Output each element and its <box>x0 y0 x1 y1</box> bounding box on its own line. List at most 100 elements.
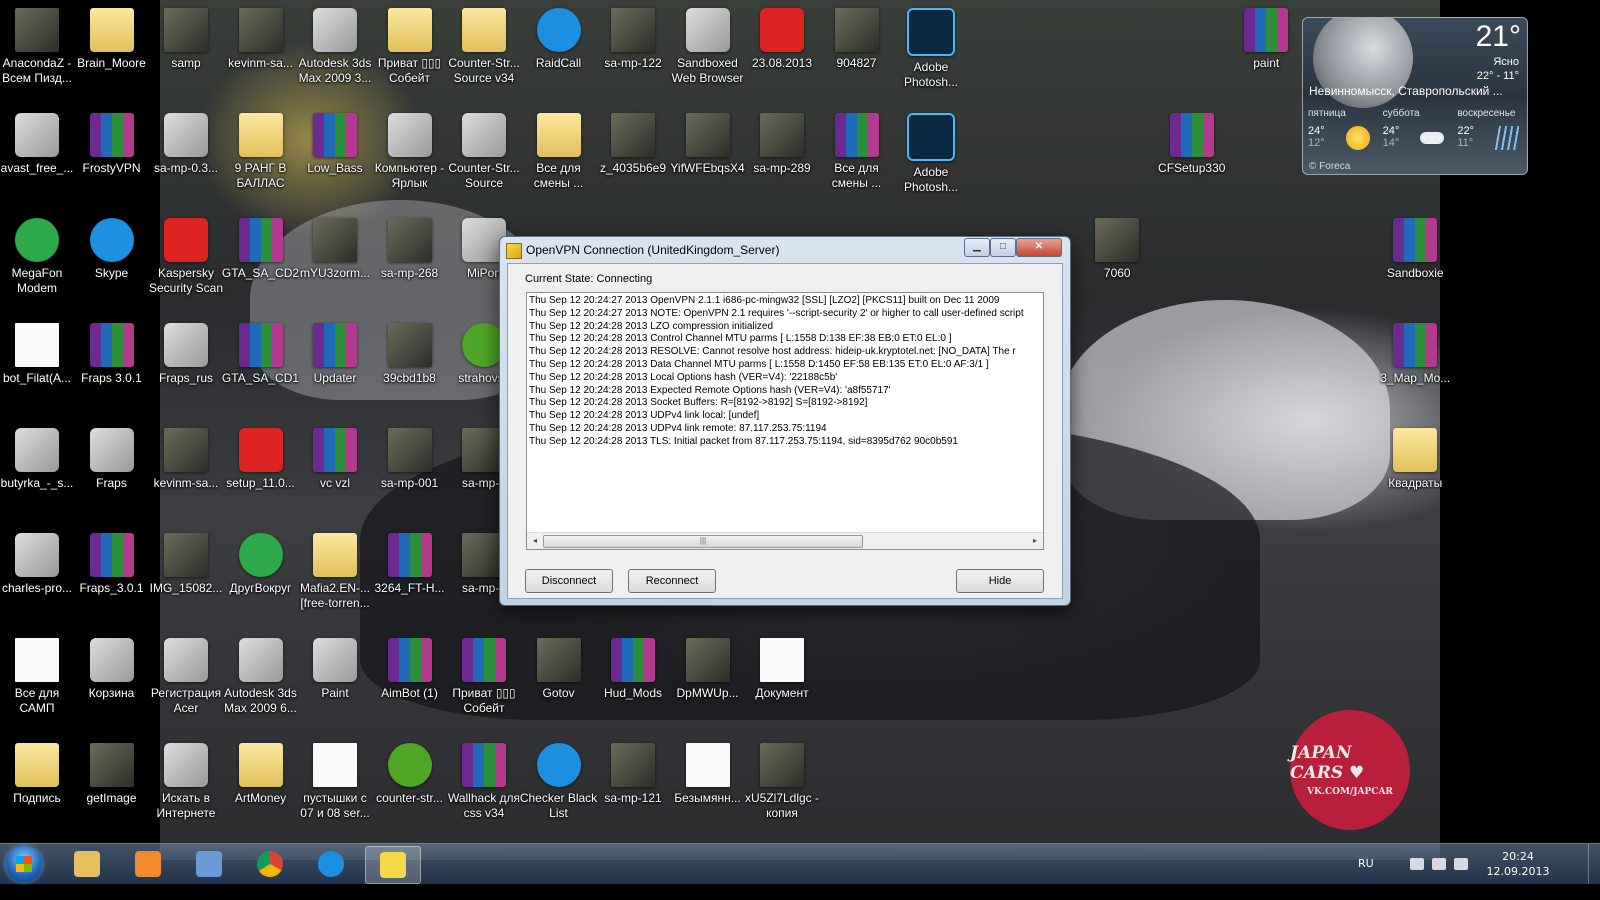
desktop-icon[interactable]: bot_Filat(A... <box>0 317 76 421</box>
desktop-icon[interactable]: 3264_FT-H... <box>371 527 449 631</box>
desktop-icon[interactable]: Brain_Moore <box>73 2 151 106</box>
desktop-icon[interactable]: Fraps_rus <box>147 317 225 421</box>
desktop-icon[interactable]: ArtMoney <box>222 737 300 841</box>
desktop-icon[interactable]: 7060 <box>1078 212 1156 316</box>
desktop-icon[interactable]: sa-mp-0.3... <box>147 107 225 211</box>
taskbar-app-button[interactable] <box>121 846 175 882</box>
desktop-icon[interactable]: Компьютер - Ярлык <box>371 107 449 211</box>
reconnect-button[interactable]: Reconnect <box>628 569 716 593</box>
desktop-icon[interactable]: YifWFEbqsX4 <box>669 107 747 211</box>
desktop-icon[interactable]: MegaFon Modem <box>0 212 76 316</box>
disconnect-button[interactable]: Disconnect <box>525 569 613 593</box>
desktop-icon[interactable]: mYU3zorm... <box>296 212 374 316</box>
desktop-icon[interactable]: Sandboxie <box>1376 212 1454 316</box>
desktop-icon[interactable]: Все для смены ... <box>818 107 896 211</box>
desktop-icon[interactable]: sa-mp-121 <box>594 737 672 841</box>
desktop-icon[interactable]: ДругВокруг <box>222 527 300 631</box>
taskbar-app-button[interactable] <box>182 846 236 882</box>
desktop-icon[interactable]: GTA_SA_CD2 <box>222 212 300 316</box>
desktop-icon[interactable]: Sandboxed Web Browser <box>669 2 747 106</box>
start-button[interactable] <box>6 846 42 882</box>
desktop-icon[interactable]: Hud_Mods <box>594 632 672 736</box>
desktop-icon[interactable]: kevinm-sa... <box>147 422 225 526</box>
desktop-icon[interactable]: Kaspersky Security Scan <box>147 212 225 316</box>
maximize-button[interactable]: □ <box>990 238 1016 257</box>
desktop-icon[interactable]: Paint <box>296 632 374 736</box>
desktop-icon[interactable]: vc vzl <box>296 422 374 526</box>
weather-gadget[interactable]: 21° Ясно 22° - 11° Невинномысск, Ставроп… <box>1302 17 1528 175</box>
desktop-icon[interactable]: Документ <box>743 632 821 736</box>
desktop-icon[interactable]: Все для смены ... <box>520 107 598 211</box>
desktop-icon[interactable]: CFSetup330 <box>1153 107 1231 211</box>
desktop-icon[interactable]: Gotov <box>520 632 598 736</box>
desktop-icon[interactable]: 904827 <box>818 2 896 106</box>
hide-button[interactable]: Hide <box>956 569 1044 593</box>
show-desktop-button[interactable] <box>1588 844 1600 884</box>
network-icon[interactable] <box>1454 858 1468 870</box>
desktop-icon[interactable]: Checker Black List <box>520 737 598 841</box>
desktop-icon[interactable]: AimBot (1) <box>371 632 449 736</box>
desktop-icon[interactable]: charles-pro... <box>0 527 76 631</box>
desktop-icon[interactable]: AnacondaZ - Всем Пизд... <box>0 2 76 106</box>
taskbar-app-button[interactable] <box>304 846 358 882</box>
desktop-icon[interactable]: counter-str... <box>371 737 449 841</box>
desktop-icon[interactable]: avast_free_... <box>0 107 76 211</box>
desktop-icon[interactable]: IMG_15082... <box>147 527 225 631</box>
desktop-icon[interactable]: Fraps <box>73 422 151 526</box>
window-titlebar[interactable]: OpenVPN Connection (UnitedKingdom_Server… <box>500 237 1070 263</box>
desktop-icon[interactable]: Counter-Str... Source <box>445 107 523 211</box>
desktop-icon[interactable]: Квадраты <box>1376 422 1454 526</box>
desktop-icon[interactable]: sa-mp-289 <box>743 107 821 211</box>
desktop-icon[interactable]: Приват ▯▯▯ Собейт <box>371 2 449 106</box>
scroll-thumb[interactable]: ||| <box>543 535 863 548</box>
desktop-icon[interactable]: Искать в Интернете <box>147 737 225 841</box>
desktop-icon[interactable]: sa-mp-268 <box>371 212 449 316</box>
desktop-icon[interactable]: Counter-Str... Source v34 <box>445 2 523 106</box>
desktop-icon[interactable]: samp <box>147 2 225 106</box>
desktop-icon[interactable]: xU5Zl7Ldlgc - копия <box>743 737 821 841</box>
desktop-icon[interactable]: setup_11.0... <box>222 422 300 526</box>
taskbar-app-button[interactable] <box>243 846 297 882</box>
clock[interactable]: 20:24 12.09.2013 <box>1486 849 1550 879</box>
close-button[interactable]: ✕ <box>1016 238 1062 257</box>
desktop-icon[interactable]: z_4035b6e9 <box>594 107 672 211</box>
desktop-icon[interactable]: Регистрация Acer <box>147 632 225 736</box>
desktop-icon[interactable]: Wallhack для css v34 <box>445 737 523 841</box>
desktop-icon[interactable]: getImage <box>73 737 151 841</box>
desktop-icon[interactable]: Updater <box>296 317 374 421</box>
volume-icon[interactable] <box>1432 858 1446 870</box>
horizontal-scrollbar[interactable]: ◂ ||| ▸ <box>527 532 1043 549</box>
desktop-icon[interactable]: Корзина <box>73 632 151 736</box>
desktop-icon[interactable]: DpMWUp... <box>669 632 747 736</box>
desktop-icon[interactable]: paint <box>1227 2 1305 106</box>
desktop-icon[interactable]: butyrka_-_s... <box>0 422 76 526</box>
desktop-icon[interactable]: sa-mp-001 <box>371 422 449 526</box>
desktop-icon[interactable]: 9 РАНГ В БАЛЛАС <box>222 107 300 211</box>
desktop-icon[interactable]: Low_Bass <box>296 107 374 211</box>
desktop-icon[interactable]: kevinm-sa... <box>222 2 300 106</box>
desktop-icon[interactable]: Autodesk 3ds Max 2009 6... <box>222 632 300 736</box>
language-indicator[interactable]: RU <box>1358 857 1374 870</box>
desktop-icon[interactable]: RaidCall <box>520 2 598 106</box>
desktop-icon[interactable]: Mafia2.EN-... [free-torren... <box>296 527 374 631</box>
log-textarea[interactable]: Thu Sep 12 20:24:27 2013 OpenVPN 2.1.1 i… <box>526 292 1044 550</box>
flag-tray-icon[interactable] <box>1410 858 1424 870</box>
desktop-icon[interactable]: Adobe Photosh... <box>892 2 970 106</box>
minimize-button[interactable]: ▁ <box>964 238 990 257</box>
desktop-icon[interactable]: Autodesk 3ds Max 2009 3... <box>296 2 374 106</box>
desktop-icon[interactable]: sa-mp-122 <box>594 2 672 106</box>
desktop-icon[interactable]: Adobe Photosh... <box>892 107 970 211</box>
taskbar-app-button[interactable] <box>60 846 114 882</box>
openvpn-window[interactable]: OpenVPN Connection (UnitedKingdom_Server… <box>499 236 1071 606</box>
desktop-icon[interactable]: FrostyVPN <box>73 107 151 211</box>
scroll-left-icon[interactable]: ◂ <box>527 533 543 549</box>
taskbar-app-button[interactable] <box>365 846 421 884</box>
desktop-icon[interactable]: Skype <box>73 212 151 316</box>
desktop-icon[interactable]: пустышки с 07 и 08 ser... <box>296 737 374 841</box>
desktop-icon[interactable]: Все для САМП <box>0 632 76 736</box>
desktop-icon[interactable]: 23.08.2013 <box>743 2 821 106</box>
desktop-icon[interactable]: Приват ▯▯▯ Собейт <box>445 632 523 736</box>
desktop-icon[interactable]: GTA_SA_CD1 <box>222 317 300 421</box>
desktop-icon[interactable]: Fraps 3.0.1 <box>73 317 151 421</box>
desktop-icon[interactable]: Fraps_3.0.1 <box>73 527 151 631</box>
